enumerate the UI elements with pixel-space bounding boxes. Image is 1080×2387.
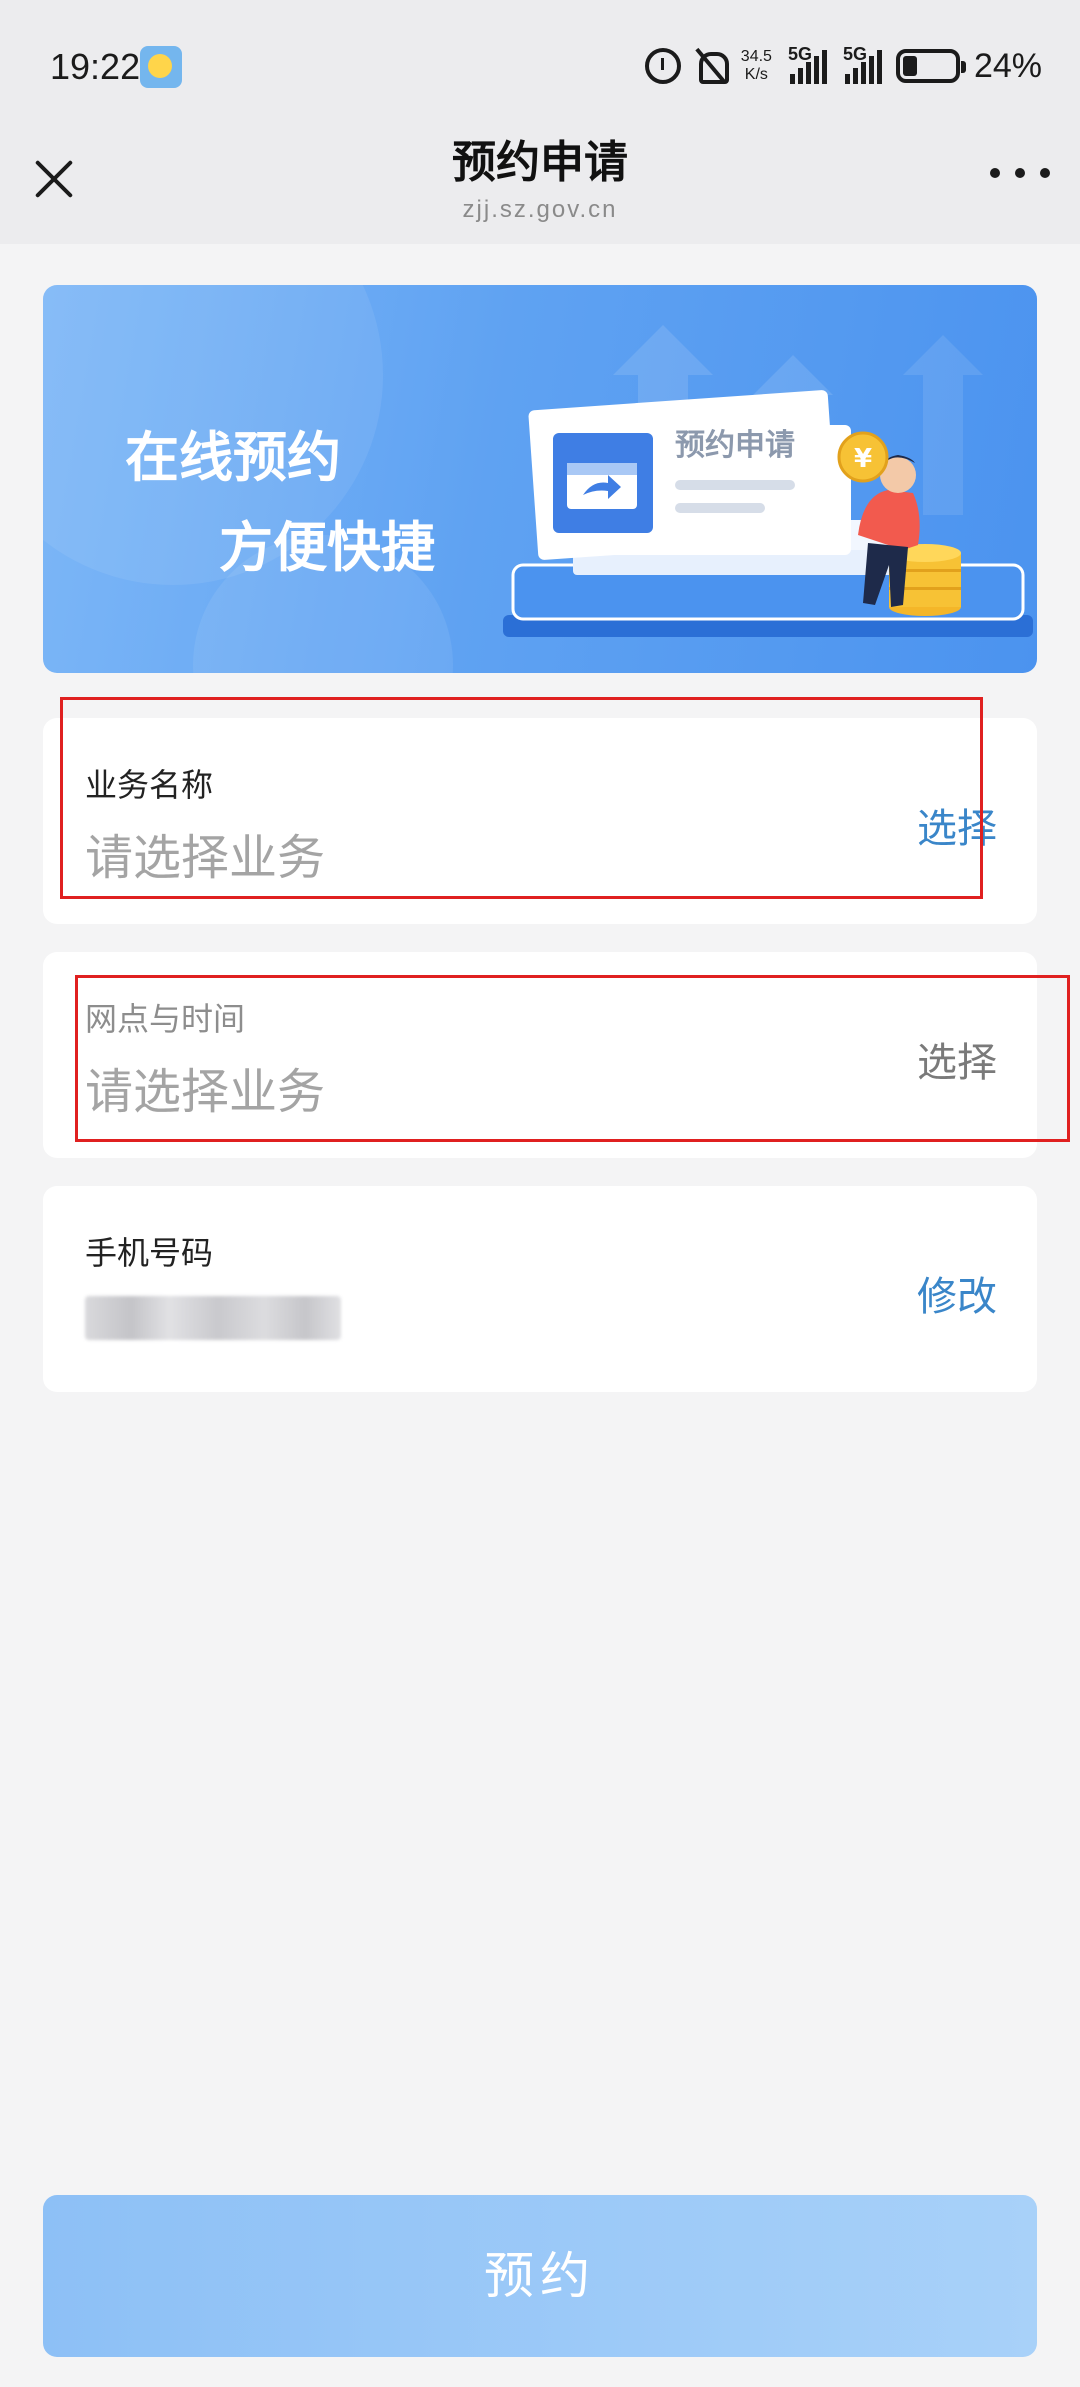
branch-time-placeholder: 请选择业务: [85, 1064, 326, 1120]
alarm-icon: [644, 48, 681, 84]
signal-icon-2: 5G: [841, 44, 882, 84]
battery-level: 24%: [973, 46, 1042, 85]
banner-subheadline: 方便快捷: [219, 516, 435, 579]
nav-bar: 预约申请 zjj.sz.gov.cn: [0, 137, 1080, 244]
business-name-label: 业务名称: [85, 766, 214, 804]
business-select-button[interactable]: 选择: [917, 796, 997, 854]
svg-text:¥: ¥: [854, 444, 872, 474]
more-icon[interactable]: [990, 166, 1050, 180]
status-time: 19:22: [50, 46, 141, 87]
signal-label: 5G: [787, 44, 812, 64]
branch-time-select-button[interactable]: 选择: [917, 1030, 997, 1088]
signal-icon: 5G: [786, 44, 827, 84]
page-domain: zjj.sz.gov.cn: [462, 196, 618, 223]
phone-field[interactable]: 手机号码 修改: [43, 1186, 1037, 1392]
branch-time-label: 网点与时间: [85, 1000, 246, 1038]
banner-card-text: 预约申请: [675, 428, 795, 463]
status-bar: 19:22 34.5 K/s 5G 5G 24%: [0, 0, 1080, 140]
network-speed-unit: K/s: [744, 66, 768, 83]
banner-illustration: 预约申请 ¥: [503, 325, 1033, 637]
phone-edit-button[interactable]: 修改: [917, 1264, 997, 1322]
status-icons: 34.5 K/s 5G 5G 24%: [644, 44, 1042, 88]
banner-headline: 在线预约: [125, 426, 341, 489]
weather-icon: [140, 46, 182, 88]
network-speed-value: 34.5: [740, 48, 772, 65]
network-speed: 34.5 K/s: [741, 48, 772, 84]
branch-time-field[interactable]: 网点与时间 请选择业务 选择: [43, 952, 1037, 1158]
business-name-field[interactable]: 业务名称 请选择业务 选择: [43, 718, 1037, 924]
mute-icon: [695, 48, 729, 84]
business-name-placeholder: 请选择业务: [85, 830, 326, 886]
battery-icon: [895, 49, 966, 83]
page-title: 预约申请: [452, 137, 628, 188]
signal-label-2: 5G: [842, 44, 867, 64]
submit-appointment-button[interactable]: 预约: [43, 2195, 1037, 2357]
phone-label: 手机号码: [85, 1234, 214, 1272]
promo-banner: 在线预约 方便快捷 预约申请 ¥: [43, 285, 1037, 673]
phone-number-redacted: [85, 1296, 341, 1340]
